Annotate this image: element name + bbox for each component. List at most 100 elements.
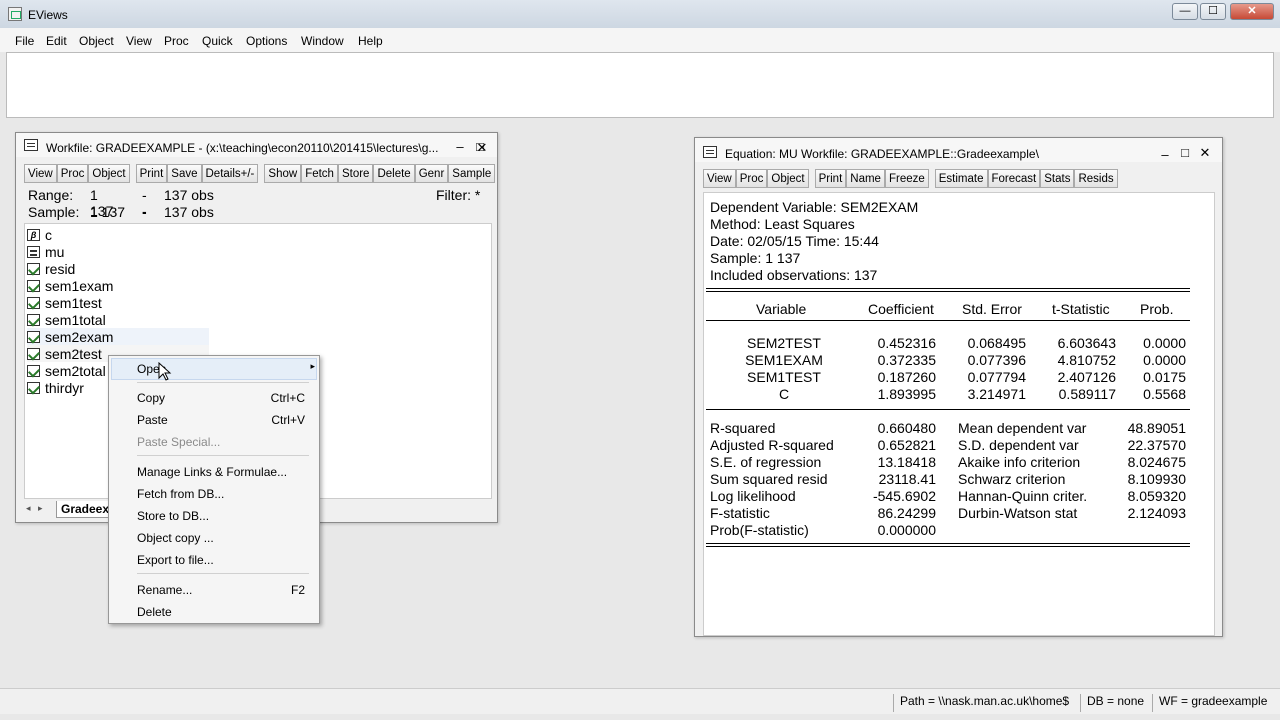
eq-maximize-icon[interactable]: □ — [1177, 145, 1193, 160]
command-window[interactable] — [6, 52, 1274, 118]
col-prob: Prob. — [1140, 301, 1174, 317]
object-c[interactable]: βc — [27, 226, 52, 243]
object-sem1exam[interactable]: sem1exam — [27, 277, 113, 294]
eq-proc-button[interactable]: Proc — [735, 169, 768, 188]
wf-sample-button[interactable]: Sample — [448, 164, 496, 183]
wf-object-button[interactable]: Object — [88, 164, 130, 183]
eq-minimize-icon[interactable]: – — [1157, 147, 1173, 162]
col-t-statistic: t-Statistic — [1052, 301, 1110, 317]
ctx-rename-shortcut: F2 — [290, 583, 305, 597]
eq-print-button[interactable]: Print — [814, 169, 847, 188]
eq-estimate-button[interactable]: Estimate — [934, 169, 988, 188]
workfile-titlebar[interactable]: Workfile: GRADEEXAMPLE - (x:\teaching\ec… — [16, 133, 497, 157]
ctx-delete[interactable]: Delete — [137, 605, 172, 619]
status-path: Path = \\nask.man.ac.uk\home$ — [893, 694, 1069, 712]
object-sem1test[interactable]: sem1test — [27, 294, 102, 311]
ctx-copy-shortcut: Ctrl+C — [270, 391, 305, 405]
ctx-fetch-from-db[interactable]: Fetch from DB... — [137, 487, 224, 501]
series-icon — [27, 262, 40, 275]
workfile-icon — [24, 139, 38, 151]
equation-window: Equation: MU Workfile: GRADEEXAMPLE::Gra… — [694, 137, 1223, 637]
status-db: DB = none — [1080, 694, 1144, 712]
wf-show-button[interactable]: Show — [264, 164, 302, 183]
method: Method: Least Squares — [710, 216, 855, 232]
eq-name-button[interactable]: Name — [846, 169, 885, 188]
eq-stats-button[interactable]: Stats — [1040, 169, 1075, 188]
ctx-manage-links[interactable]: Manage Links & Formulae... — [137, 465, 287, 479]
dependent-variable: Dependent Variable: SEM2EXAM — [710, 199, 919, 215]
minimize-button[interactable]: — — [1172, 3, 1198, 20]
menu-object[interactable]: Object — [79, 34, 114, 48]
menu-options[interactable]: Options — [246, 34, 287, 48]
eq-freeze-button[interactable]: Freeze — [884, 169, 929, 188]
series-icon — [27, 347, 40, 360]
menu-proc[interactable]: Proc — [164, 34, 189, 48]
menu-window[interactable]: Window — [301, 34, 344, 48]
object-sem1total[interactable]: sem1total — [27, 311, 106, 328]
object-thirdyr[interactable]: thirdyr — [27, 379, 84, 396]
object-sem2exam[interactable]: sem2exam — [27, 328, 209, 345]
object-sem2total[interactable]: sem2total — [27, 362, 106, 379]
ctx-export-to-file[interactable]: Export to file... — [137, 553, 214, 567]
sample-label: Sample: — [28, 204, 80, 220]
equation-output: Dependent Variable: SEM2EXAM Method: Lea… — [703, 192, 1215, 636]
sample-value: 1 137 — [90, 204, 126, 220]
series-icon — [27, 364, 40, 377]
wf-proc-button[interactable]: Proc — [56, 164, 89, 183]
menu-quick[interactable]: Quick — [202, 34, 233, 48]
range-line: Range: 1 137 -- 137 obs — [28, 187, 214, 219]
menu-help[interactable]: Help — [358, 34, 383, 48]
close-window-icon[interactable]: ✕ — [474, 140, 490, 156]
wf-details-button[interactable]: Details+/- — [201, 164, 259, 183]
eq-forecast-button[interactable]: Forecast — [987, 169, 1041, 188]
minimize-icon[interactable]: – — [452, 139, 468, 154]
ctx-rename[interactable]: Rename... — [137, 583, 192, 597]
sample-line[interactable]: Sample: 1 137 -- 137 obs — [28, 204, 214, 236]
object-resid[interactable]: resid — [27, 260, 75, 277]
eviews-logo-icon — [8, 7, 22, 21]
menu-bar: File Edit Object View Proc Quick Options… — [0, 28, 1280, 52]
workfile-title: Workfile: GRADEEXAMPLE - (x:\teaching\ec… — [46, 141, 439, 155]
menu-edit[interactable]: Edit — [46, 34, 67, 48]
series-icon — [27, 381, 40, 394]
included-observations: Included observations: 137 — [710, 267, 878, 283]
col-coefficient: Coefficient — [868, 301, 934, 317]
sample-obs: 137 obs — [164, 204, 214, 220]
col-std-error: Std. Error — [962, 301, 1022, 317]
series-icon — [27, 330, 40, 343]
filter-label[interactable]: Filter: * — [436, 187, 480, 203]
ctx-copy[interactable]: Copy — [137, 391, 165, 405]
context-menu: Open ▸ Copy Ctrl+C Paste Ctrl+V Paste Sp… — [108, 355, 320, 624]
eq-view-button[interactable]: View — [703, 169, 736, 188]
equation-title: Equation: MU Workfile: GRADEEXAMPLE::Gra… — [725, 147, 1039, 161]
close-button[interactable]: ✕ — [1230, 3, 1274, 20]
maximize-button[interactable]: ☐ — [1200, 3, 1226, 20]
ctx-paste[interactable]: Paste — [137, 413, 168, 427]
eq-resids-button[interactable]: Resids — [1074, 169, 1118, 188]
menu-view[interactable]: View — [126, 34, 152, 48]
equation-window-icon — [703, 146, 717, 158]
tab-scroll-left-icon[interactable]: ◂ — [26, 503, 31, 514]
wf-genr-button[interactable]: Genr — [414, 164, 449, 183]
wf-fetch-button[interactable]: Fetch — [301, 164, 338, 183]
object-mu[interactable]: mu — [27, 243, 64, 260]
coef-icon: β — [27, 228, 40, 241]
ctx-object-copy[interactable]: Object copy ... — [137, 531, 214, 545]
range-label: Range: — [28, 187, 74, 203]
wf-view-button[interactable]: View — [24, 164, 57, 183]
tab-scroll-right-icon[interactable]: ▸ — [38, 503, 43, 514]
equation-titlebar[interactable]: Equation: MU Workfile: GRADEEXAMPLE::Gra… — [695, 138, 1222, 162]
series-icon — [27, 313, 40, 326]
ctx-store-to-db[interactable]: Store to DB... — [137, 509, 209, 523]
menu-file[interactable]: File — [15, 34, 34, 48]
date-time: Date: 02/05/15 Time: 15:44 — [710, 233, 879, 249]
wf-delete-button[interactable]: Delete — [373, 164, 415, 183]
wf-save-button[interactable]: Save — [167, 164, 202, 183]
eq-object-button[interactable]: Object — [767, 169, 809, 188]
wf-print-button[interactable]: Print — [135, 164, 168, 183]
range-obs: 137 obs — [164, 187, 214, 203]
equation-toolbar: View Proc Object Print Name Freeze Estim… — [703, 169, 1118, 189]
ctx-paste-shortcut: Ctrl+V — [271, 413, 305, 427]
wf-store-button[interactable]: Store — [337, 164, 374, 183]
eq-close-icon[interactable]: ✕ — [1197, 145, 1213, 161]
